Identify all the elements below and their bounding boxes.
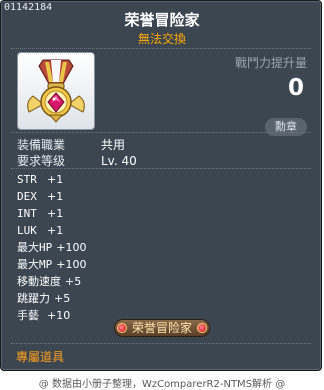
stat-value: +1 (47, 190, 64, 203)
requirement-row: 要求等级 Lv. 40 (17, 152, 137, 169)
stat-value: +100 (56, 258, 87, 271)
medal-icon (27, 59, 85, 123)
stat-value: +5 (54, 292, 71, 305)
stat-value: +100 (56, 241, 87, 254)
exclusive-label: 專屬道具 (16, 350, 65, 364)
stat-value: +5 (65, 275, 82, 288)
gem-icon (197, 323, 207, 333)
stat-row: DEX +1 (17, 188, 86, 205)
stat-label: 手藝 (17, 309, 39, 322)
stat-label: LUK (17, 224, 37, 237)
stat-value: +10 (47, 309, 71, 322)
stat-label: DEX (17, 190, 37, 203)
item-tooltip: 01142184 荣誉冒险家 無法交換 戰鬥力提升量 0 勳章 装備職業 共用 … (0, 0, 322, 371)
compare-button[interactable]: 勳章 (265, 118, 307, 136)
divider-bottom (11, 343, 311, 344)
stat-label: 跳躍力 (17, 292, 50, 305)
requirement-label: 要求等级 (17, 154, 66, 168)
trade-flag: 無法交換 (137, 32, 186, 46)
stat-row: LUK +1 (17, 222, 86, 239)
stat-value: +1 (47, 207, 64, 220)
stat-label: INT (17, 207, 37, 220)
power-value: 0 (287, 75, 304, 101)
requirement-label: 装備職業 (17, 138, 66, 152)
stat-row: 最大HP +100 (17, 239, 86, 256)
stat-row: 手藝 +10 (17, 307, 86, 324)
stat-label: 最大MP (17, 258, 53, 271)
requirement-row: 装備職業 共用 (17, 136, 125, 153)
stat-row: 跳躍力 +5 (17, 290, 86, 307)
stat-row: STR +1 (17, 171, 86, 188)
divider-top (11, 48, 311, 49)
stat-value: +1 (47, 173, 64, 186)
stat-row: 最大MP +100 (17, 256, 86, 273)
requirement-value: 共用 (101, 138, 126, 152)
stat-row: 移動速度 +5 (17, 273, 86, 290)
item-icon-frame (17, 52, 95, 130)
medal-tag-label: 荣誉冒险家 (131, 321, 192, 335)
footer-credit: @ 数据由小册子整理，WzComparerR2-NTMS解析 @ (38, 379, 286, 390)
stat-label: STR (17, 173, 37, 186)
stat-label: 最大HP (17, 241, 53, 254)
item-name: 荣誉冒险家 (124, 11, 200, 29)
medal-tag: 荣誉冒险家 (114, 319, 210, 337)
divider-requirements (11, 168, 311, 169)
divider-icon (11, 132, 311, 133)
stat-value: +1 (47, 224, 64, 237)
stat-row: INT +1 (17, 205, 86, 222)
stat-label: 移動速度 (17, 275, 61, 288)
stat-list: STR +1 DEX +1 INT +1 LUK +1 最大HP +100 最大MP +10… (17, 171, 86, 324)
requirement-value: Lv. 40 (101, 154, 137, 168)
power-label: 戰鬥力提升量 (234, 56, 307, 70)
